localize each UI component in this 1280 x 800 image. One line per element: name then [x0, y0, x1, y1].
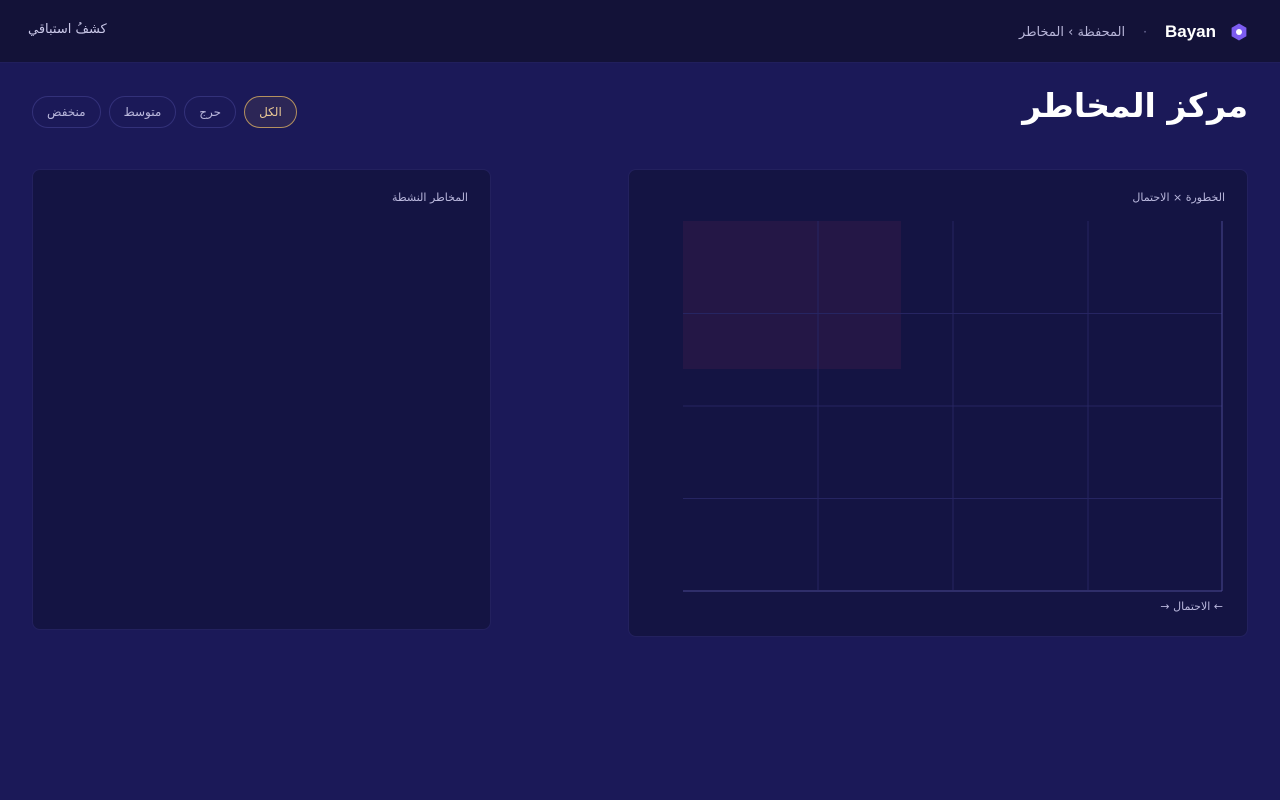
hexagon-logo-icon[interactable]	[1230, 23, 1248, 41]
filter-chip-critical[interactable]: حرج	[184, 96, 237, 128]
top-bar: Bayan · المحفظة › المخاطر كشفُ استباقي	[0, 0, 1280, 63]
filter-chip-medium[interactable]: متوسط	[108, 96, 177, 128]
page-title: مركز المخاطر	[1022, 86, 1248, 125]
x-axis-caption: ← الاحتمال →	[1160, 600, 1223, 613]
risk-matrix-panel: الخطورة × الاحتمال ← الاحتمال →	[628, 169, 1248, 637]
brand-area: Bayan · المحفظة › المخاطر	[1019, 20, 1248, 44]
brand-separator: ·	[1143, 25, 1147, 39]
matrix-highlight-cell	[683, 221, 901, 369]
risk-matrix-grid	[683, 221, 1223, 592]
active-risks-panel: المخاطر النشطة	[32, 169, 491, 630]
filter-chip-all[interactable]: الكل	[244, 96, 297, 128]
breadcrumb[interactable]: المحفظة › المخاطر	[1019, 25, 1125, 40]
brand-name[interactable]: Bayan	[1165, 22, 1216, 42]
active-risks-title: المخاطر النشطة	[391, 191, 468, 204]
filter-chip-low[interactable]: منخفض	[32, 96, 101, 128]
severity-filter-group: الكل حرج متوسط منخفض	[32, 96, 297, 128]
exit-preview-link[interactable]: كشفُ استباقي	[28, 22, 107, 37]
